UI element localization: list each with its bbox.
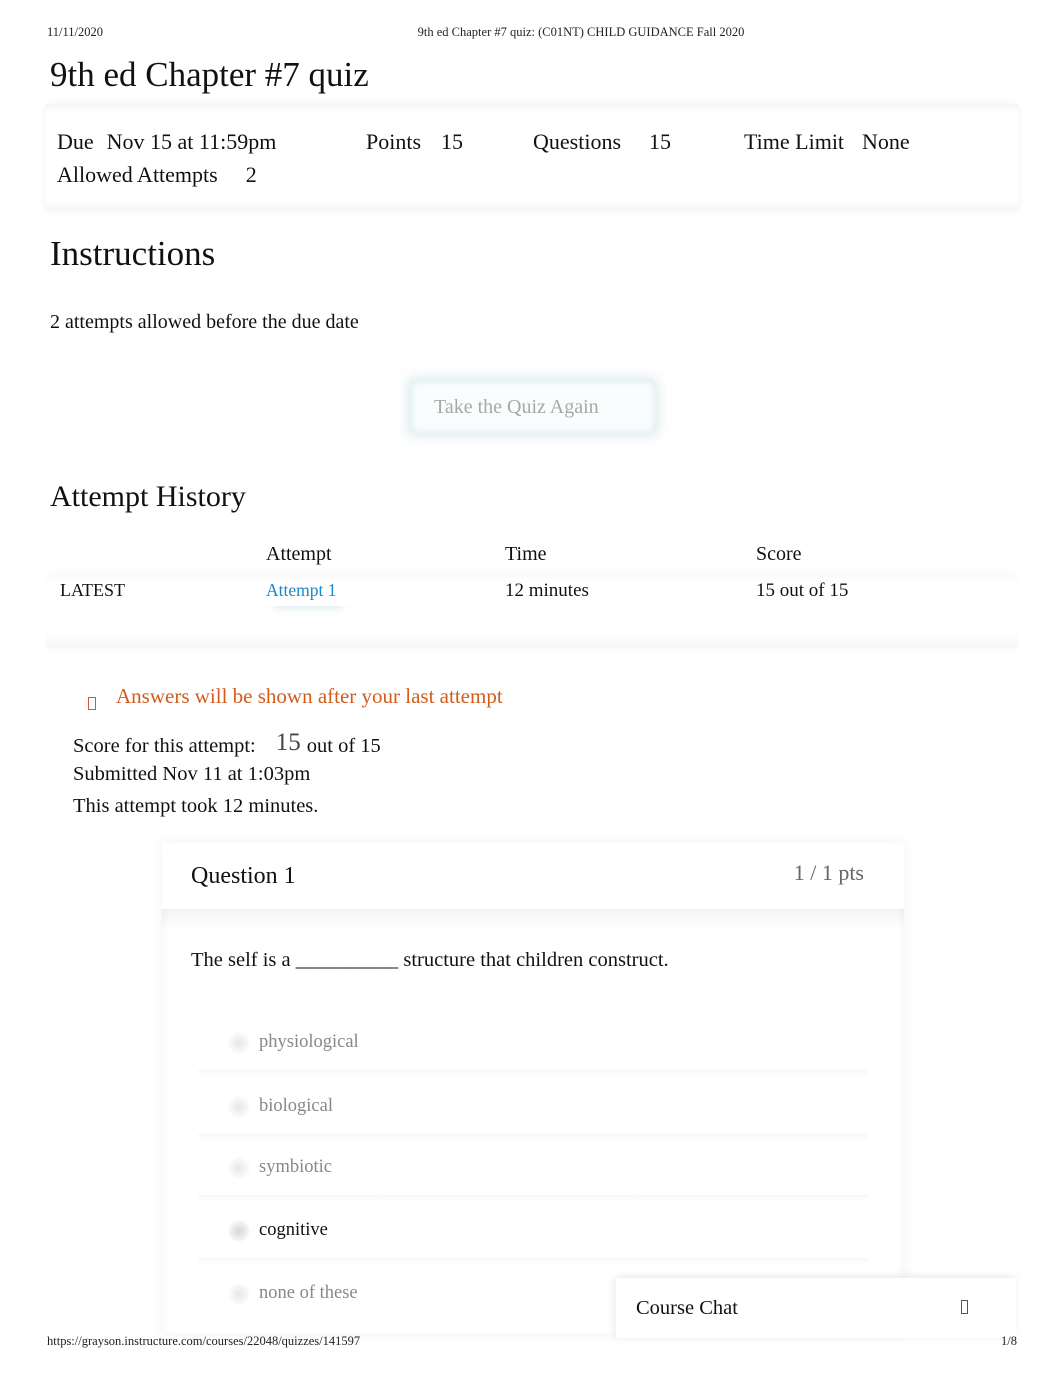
detail-points-value: 15 <box>441 129 464 154</box>
detail-due-label: Due <box>57 129 94 154</box>
score-total: out of 15 <box>306 735 381 757</box>
score-value: 15 <box>275 729 301 756</box>
course-chat-bar[interactable]: Course Chat <box>616 1278 1016 1338</box>
detail-questions-label: Questions <box>533 129 621 154</box>
submitted-line: Submitted Nov 11 at 1:03pm <box>73 763 311 785</box>
radio-button[interactable] <box>228 1032 250 1054</box>
attempt-row-time: 12 minutes <box>505 580 589 601</box>
chat-expand-icon[interactable] <box>961 1300 968 1314</box>
print-url: https://grayson.instructure.com/courses/… <box>47 1334 361 1348</box>
attempt-history-table: Attempt Time Score LATEST Attempt 1 12 m… <box>46 538 1018 648</box>
instructions-text: 2 attempts allowed before the due date <box>50 311 359 333</box>
detail-questions-value: 15 <box>649 129 671 154</box>
answers-warning: Answers will be shown after your last at… <box>88 684 503 710</box>
column-header-attempt: Attempt <box>266 543 332 565</box>
answer-label: cognitive <box>259 1220 328 1240</box>
answer-option[interactable]: symbiotic <box>198 1143 868 1201</box>
question-points: 1 / 1 pts <box>793 860 864 885</box>
radio-button[interactable] <box>228 1283 250 1305</box>
column-header-time: Time <box>505 543 547 565</box>
question-title: Question 1 <box>191 863 296 889</box>
detail-allowed-attempts: Allowed Attempts 2 <box>57 162 257 188</box>
answer-label: biological <box>259 1096 333 1116</box>
table-row: LATEST Attempt 1 12 minutes 15 out of 15 <box>46 574 1018 612</box>
detail-points: Points 15 <box>366 129 463 155</box>
attempt-summary: Score for this attempt: 15 out of 15 Submi… <box>73 729 381 827</box>
answer-label: symbiotic <box>259 1157 332 1177</box>
answer-divider <box>198 1134 868 1140</box>
question-header: Question 1 1 / 1 pts <box>162 843 904 911</box>
detail-due-value: Nov 15 at 11:59pm <box>106 129 277 154</box>
detail-allowed-attempts-label: Allowed Attempts <box>57 162 218 187</box>
answer-option[interactable]: biological <box>198 1082 868 1140</box>
course-chat-label: Course Chat <box>636 1297 738 1319</box>
print-page-number: 1/8 <box>1001 1334 1017 1348</box>
question-text: The self is a __________ structure that … <box>191 949 669 971</box>
attempt-1-link[interactable]: Attempt 1 <box>266 580 350 606</box>
instructions-heading: Instructions <box>50 234 216 273</box>
answer-divider <box>198 1258 868 1264</box>
radio-button[interactable] <box>228 1157 250 1179</box>
attempt-row-label: LATEST <box>60 580 125 600</box>
table-header-row: Attempt Time Score <box>46 538 1018 574</box>
duration-line: This attempt took 12 minutes. <box>73 795 319 817</box>
score-line: Score for this attempt: 15 out of 15 <box>73 729 381 763</box>
table-footer-spacer <box>46 612 1018 648</box>
answer-label: none of these <box>259 1283 358 1303</box>
attempt-history-heading: Attempt History <box>50 480 246 513</box>
answer-option[interactable]: physiological <box>198 1018 868 1076</box>
question-card: Question 1 1 / 1 pts The self is a _____… <box>162 843 904 1333</box>
take-quiz-again-button[interactable]: Take the Quiz Again <box>410 380 656 434</box>
detail-allowed-attempts-value: 2 <box>245 162 257 187</box>
answer-divider <box>198 1070 868 1076</box>
warning-icon <box>88 697 96 710</box>
detail-points-label: Points <box>366 129 422 154</box>
page: 11/11/2020 9th ed Chapter #7 quiz: (C01N… <box>0 0 1062 1377</box>
warning-text: Answers will be shown after your last at… <box>116 684 503 708</box>
detail-time-limit-label: Time Limit <box>744 129 845 154</box>
quiz-title: 9th ed Chapter #7 quiz <box>50 55 369 94</box>
answer-label: physiological <box>259 1032 359 1052</box>
print-title: 9th ed Chapter #7 quiz: (C01NT) CHILD GU… <box>417 25 745 39</box>
detail-time-limit-value: None <box>862 129 910 154</box>
quiz-details-band <box>46 104 1018 210</box>
attempt-row-score: 15 out of 15 <box>756 580 849 601</box>
score-label: Score for this attempt: <box>73 735 256 757</box>
detail-due: Due Nov 15 at 11:59pm <box>57 129 276 155</box>
radio-button[interactable] <box>228 1096 250 1118</box>
answer-divider <box>198 1195 868 1201</box>
detail-questions: Questions 15 <box>533 129 671 155</box>
answer-option-selected[interactable]: cognitive <box>198 1206 868 1264</box>
radio-button-selected[interactable] <box>228 1220 250 1242</box>
column-header-score: Score <box>756 543 802 565</box>
detail-time-limit: Time Limit None <box>744 129 910 155</box>
